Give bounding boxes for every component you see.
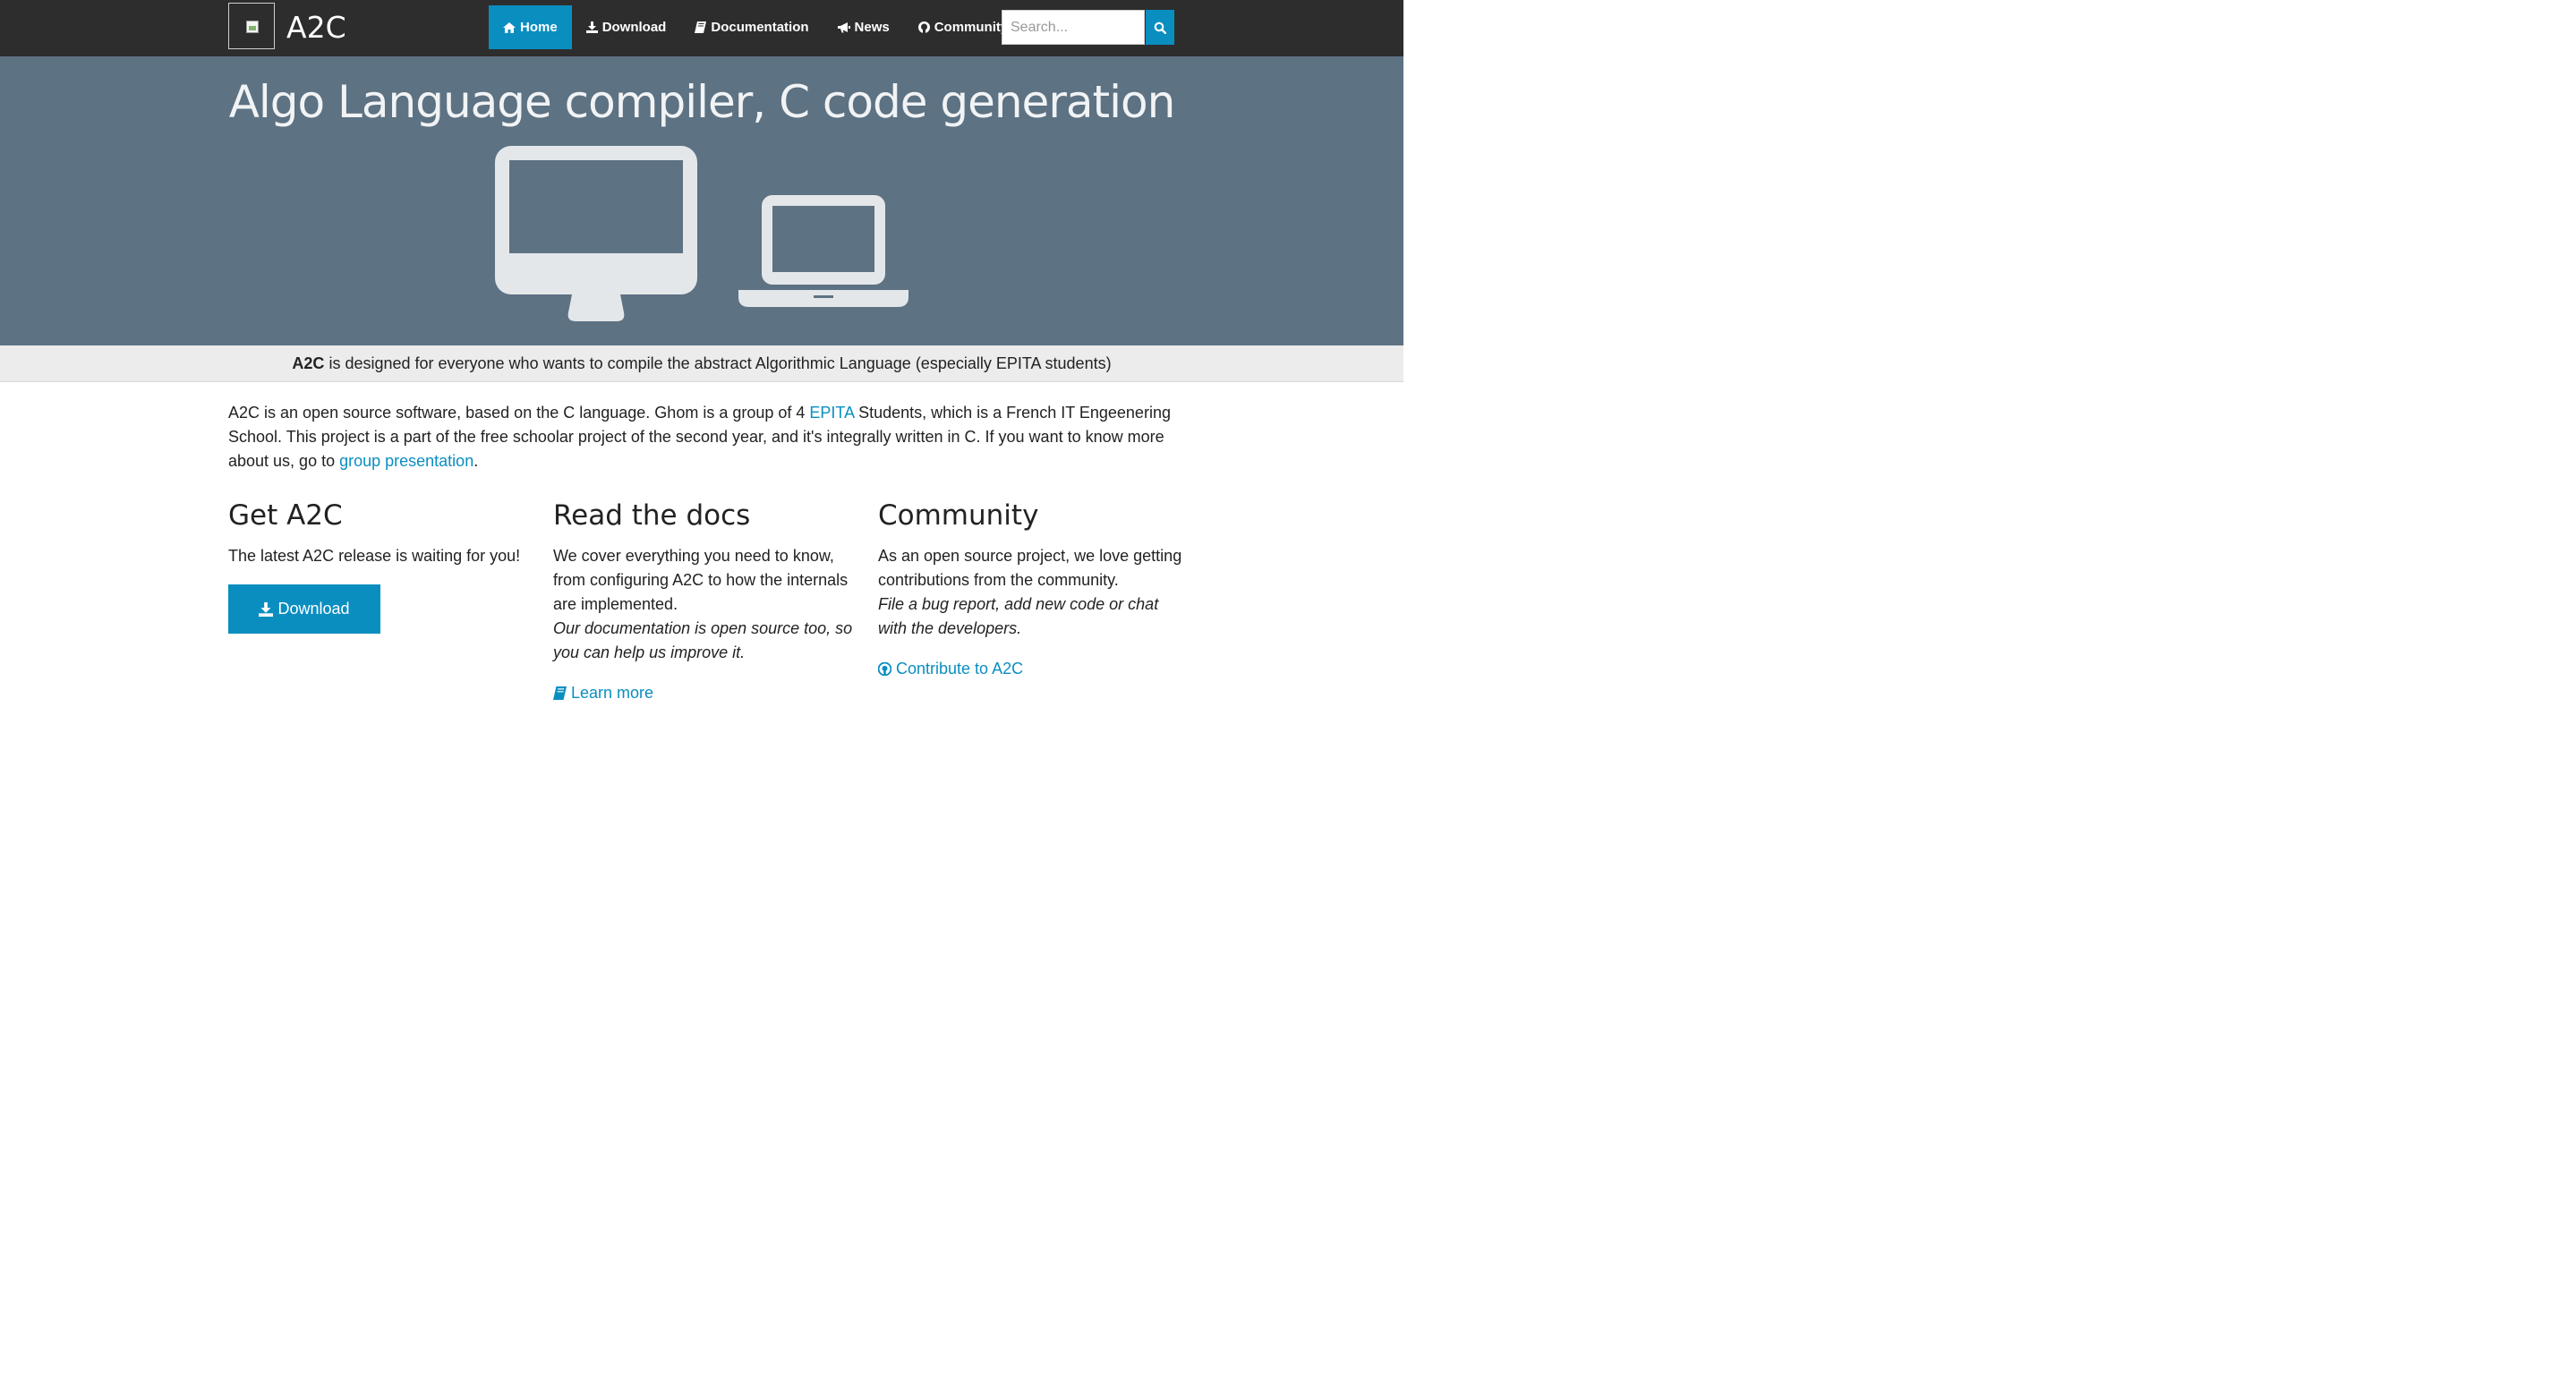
tagline-text: is designed for everyone who wants to co… <box>324 354 1112 372</box>
home-icon <box>503 21 516 33</box>
get-a2c-text: The latest A2C release is waiting for yo… <box>228 547 521 565</box>
nav-news[interactable]: News <box>823 5 904 49</box>
community-description: As an open source project, we love getti… <box>878 547 1182 589</box>
book-icon <box>695 21 707 33</box>
nav-documentation[interactable]: Documentation <box>680 5 823 49</box>
navbar: A2C Home Download Documentation News Com… <box>0 0 1403 56</box>
download-icon <box>259 601 274 617</box>
tagline: A2C is designed for everyone who wants t… <box>0 345 1403 382</box>
nav-home-label: Home <box>520 20 558 35</box>
read-docs-text: We cover everything you need to know, fr… <box>553 544 857 665</box>
epita-link[interactable]: EPITA <box>809 404 854 422</box>
download-button[interactable]: Download <box>228 584 380 634</box>
bullhorn-icon <box>837 21 850 33</box>
broken-image-icon <box>246 21 259 33</box>
search-input[interactable] <box>1002 10 1145 45</box>
community-text: As an open source project, we love getti… <box>878 544 1182 641</box>
book-icon <box>553 686 567 700</box>
contribute-link[interactable]: Contribute to A2C <box>878 660 1182 678</box>
search-button[interactable] <box>1146 10 1174 45</box>
tagline-brand: A2C <box>292 354 325 372</box>
nav-documentation-label: Documentation <box>711 20 809 35</box>
get-a2c-title: Get A2C <box>228 499 343 532</box>
hero-banner: Algo Language compiler, C code generatio… <box>0 56 1403 345</box>
intro-text-1: A2C is an open source software, based on… <box>228 404 810 422</box>
community-title: Community <box>878 499 1039 532</box>
read-docs-title: Read the docs <box>553 499 751 532</box>
nav-community-label: Community <box>934 20 1009 35</box>
download-icon <box>585 21 598 33</box>
hero-title: Algo Language compiler, C code generatio… <box>228 76 1176 128</box>
nav-download-label: Download <box>601 20 667 35</box>
brand-name[interactable]: A2C <box>286 9 346 47</box>
nav-home[interactable]: Home <box>489 5 572 49</box>
download-button-label: Download <box>277 600 350 618</box>
group-presentation-link[interactable]: group presentation <box>339 452 473 470</box>
intro-text-3: . <box>473 452 479 470</box>
contribute-label: Contribute to A2C <box>896 660 1024 677</box>
read-docs-italic: Our documentation is open source too, so… <box>553 619 853 661</box>
github-icon <box>917 21 930 33</box>
learn-more-label: Learn more <box>571 684 654 702</box>
laptop-icon <box>738 195 908 307</box>
brand-logo-image[interactable] <box>228 3 275 49</box>
community-italic: File a bug report, add new code or chat … <box>878 595 1159 637</box>
get-a2c-section: Get A2C The latest A2C release is waitin… <box>228 499 533 634</box>
read-docs-section: Read the docs We cover everything you ne… <box>553 499 857 703</box>
nav-download[interactable]: Download <box>572 5 681 49</box>
learn-more-link[interactable]: Learn more <box>553 684 857 703</box>
intro-paragraph: A2C is an open source software, based on… <box>228 401 1177 473</box>
read-docs-description: We cover everything you need to know, fr… <box>553 547 849 613</box>
nav-news-label: News <box>854 20 890 35</box>
community-section: Community As an open source project, we … <box>878 499 1182 678</box>
github-icon <box>878 662 891 676</box>
search-icon <box>1154 21 1166 34</box>
main-nav: Home Download Documentation News Communi… <box>489 5 1022 49</box>
desktop-icon <box>495 146 697 321</box>
